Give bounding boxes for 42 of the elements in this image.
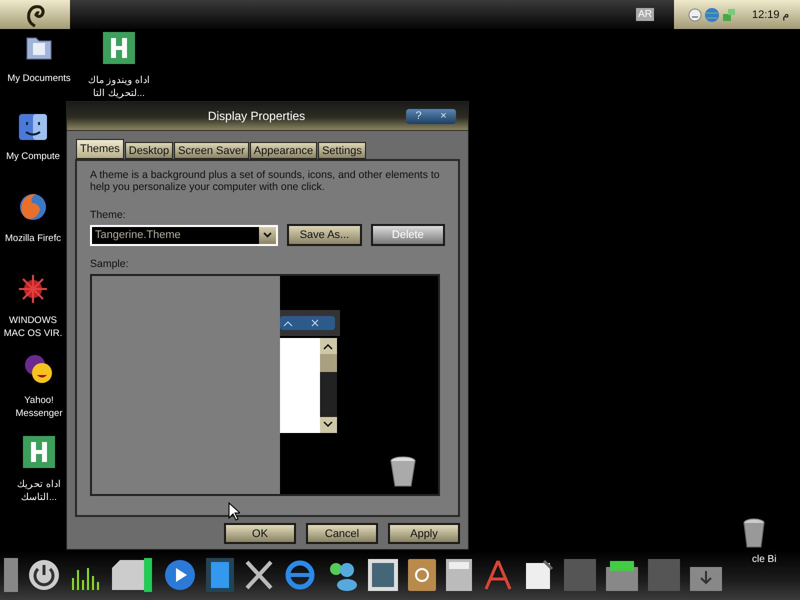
sample-label: Sample: (90, 258, 130, 270)
tab[interactable]: Appearance (250, 142, 318, 159)
dialog-button[interactable]: OK (224, 523, 296, 544)
desktop-icon-label[interactable]: Yahoo! Messenger (16, 394, 62, 420)
trash-can-icon[interactable] (742, 518, 766, 548)
virus-icon (18, 274, 48, 304)
globe-fox-icon (18, 192, 48, 222)
globe-icon[interactable] (704, 6, 720, 22)
h-app-icon (103, 32, 135, 64)
help-button[interactable]: ? (406, 108, 431, 124)
h-app-icon (23, 436, 55, 468)
trash-can-icon (390, 456, 416, 487)
desktop-icon-label[interactable]: WINDOWS MAC OS VIR. (4, 314, 62, 340)
play-icon[interactable] (164, 559, 196, 591)
desktop-icon-label[interactable]: My Compute (6, 150, 60, 163)
tab[interactable]: Themes (76, 139, 124, 159)
desktop-icon-label[interactable]: cle Bi (752, 554, 776, 565)
theme-label: Theme: (90, 209, 127, 221)
close-button[interactable]: × (431, 108, 456, 124)
dialog-button[interactable]: Cancel (306, 523, 378, 544)
theme-dropdown[interactable]: Tangerine.Theme (90, 224, 278, 246)
mouse-pointer-icon (228, 502, 240, 521)
tab[interactable]: Desktop (124, 142, 174, 159)
document-icon[interactable] (524, 559, 554, 591)
window-title: Display Properties (206, 109, 306, 123)
description-text: A theme is a background plus a set of sounds, icons, and other elements to help you personalize your computer with one click. (90, 169, 441, 193)
face-icon (19, 114, 47, 140)
clock[interactable]: 12:19 م (752, 8, 790, 21)
desktop-icon-label[interactable]: My Documents (7, 72, 71, 85)
desktop-icon-label[interactable]: Mozilla Firefc (5, 232, 61, 245)
dialog-button[interactable]: Apply (388, 523, 460, 544)
theme-button[interactable]: Save As... (287, 224, 362, 246)
apps-folder-icon[interactable] (606, 559, 638, 591)
tab[interactable]: Settings (318, 142, 366, 159)
chevron-down-icon (263, 232, 272, 238)
desktop-icon-label[interactable]: اداه ويندوز ماك لتحريك التا... (88, 74, 150, 100)
browser-e-icon[interactable] (284, 559, 316, 591)
drive-icon[interactable] (110, 558, 154, 592)
desktop-icon-label[interactable]: اداه تحريك التاسك... (17, 478, 61, 504)
power-icon[interactable] (28, 559, 60, 591)
address-book-icon[interactable] (408, 559, 436, 591)
tab[interactable]: Screen Saver (174, 142, 249, 159)
